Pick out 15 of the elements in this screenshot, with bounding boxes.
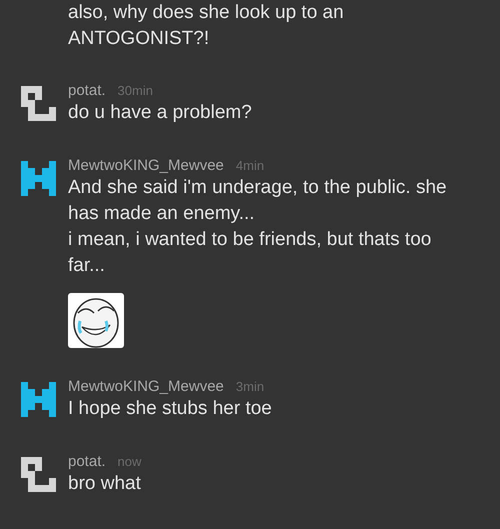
- timestamp: 3min: [236, 379, 264, 394]
- timestamp: 30min: [118, 83, 153, 98]
- message-text: ANTOGONIST?!: [68, 27, 210, 51]
- timestamp: 4min: [236, 158, 264, 173]
- username[interactable]: potat.: [68, 453, 106, 470]
- username[interactable]: potat.: [68, 82, 106, 99]
- message-text: And she said i'm underage, to the public. she has made an enemy...: [68, 176, 448, 226]
- message-text: i mean, i wanted to be friends, but thats too far...: [68, 228, 432, 278]
- message-text: bro what: [68, 472, 142, 496]
- message-text: do u have a problem?: [68, 101, 253, 125]
- timestamp: now: [118, 454, 142, 469]
- username[interactable]: MewtwoKING_Mewvee: [68, 157, 224, 174]
- username[interactable]: MewtwoKING_Mewvee: [68, 378, 224, 395]
- message-text: I hope she stubs her toe: [68, 397, 273, 421]
- message-text: also, why does she look up to an: [68, 1, 345, 25]
